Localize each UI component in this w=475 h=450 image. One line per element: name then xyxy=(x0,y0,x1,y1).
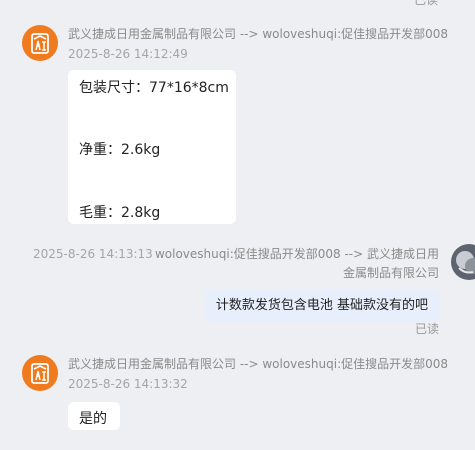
message-line: 净重：2.6kg xyxy=(79,142,161,158)
message-sender-continued: 金属制品有限公司 xyxy=(342,266,439,280)
read-status-top: 已读 xyxy=(413,0,438,7)
user-avatar-icon xyxy=(456,251,475,274)
company-logo-icon xyxy=(31,363,49,384)
read-status: 已读 xyxy=(414,322,439,336)
company-logo-icon xyxy=(31,33,49,54)
message-bubble[interactable]: 包装尺寸：77*16*8cm 净重：2.6kg 毛重：2.8kg xyxy=(68,70,236,224)
message-bubble[interactable]: 计数款发货包含电池 基础款没有的吧 xyxy=(204,290,439,322)
message-time: 2025-8-26 14:13:32 xyxy=(68,377,188,391)
message-sender: woloveshuqi:促佳搜品开发部008 --> 武义捷成日用 xyxy=(154,247,439,261)
message-sender: 武义捷成日用金属制品有限公司 --> woloveshuqi:促佳搜品开发部00… xyxy=(68,357,449,371)
message-line: 包装尺寸：77*16*8cm xyxy=(79,80,229,96)
sender-avatar[interactable] xyxy=(22,25,58,61)
message-line: 毛重：2.8kg xyxy=(79,205,161,221)
message-time: 2025-8-26 14:13:13 xyxy=(33,247,153,261)
message-bubble[interactable]: 是的 xyxy=(68,402,120,430)
sender-avatar[interactable] xyxy=(22,355,58,391)
user-avatar[interactable] xyxy=(451,244,475,280)
message-time: 2025-8-26 14:12:49 xyxy=(68,47,188,61)
message-line: 是的 xyxy=(79,411,107,427)
message-sender: 武义捷成日用金属制品有限公司 --> woloveshuqi:促佳搜品开发部00… xyxy=(68,27,449,41)
